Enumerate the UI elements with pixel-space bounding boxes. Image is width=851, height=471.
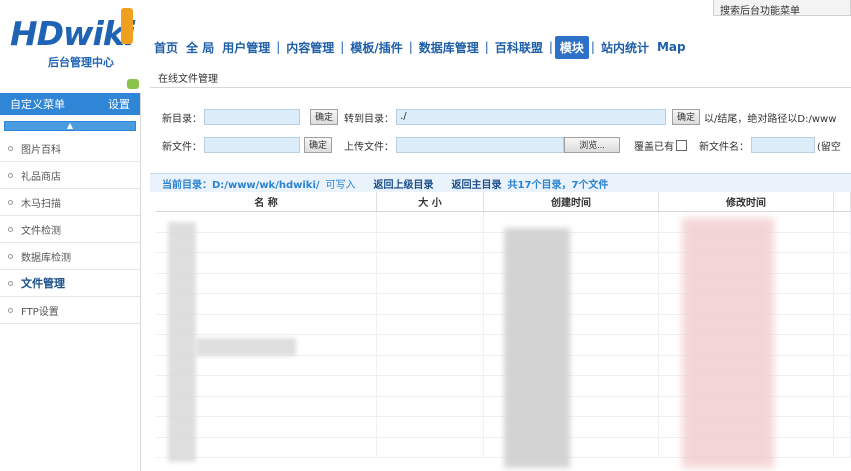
nav-separator: | bbox=[276, 40, 281, 54]
nav-map[interactable]: Map bbox=[653, 40, 690, 54]
sidebar-item-label: 文件管理 bbox=[21, 277, 65, 290]
overwrite-label: 覆盖已有 bbox=[634, 141, 675, 153]
redacted-modified-column bbox=[682, 218, 774, 468]
new-dir-label: 新目录： bbox=[162, 113, 202, 125]
bullet-icon bbox=[8, 226, 13, 232]
file-form-row: 新文件： 确定 上传文件： 浏览... 覆盖已有 新文件名： (留空 bbox=[150, 132, 851, 158]
sidebar-settings-link[interactable]: 设置 bbox=[108, 96, 130, 112]
logo-mark-icon bbox=[121, 8, 133, 44]
writable-status: 可写入 bbox=[325, 179, 356, 191]
nav-content[interactable]: 内容管理 bbox=[282, 39, 338, 56]
sidebar-item-trojan-scan[interactable]: 木马扫描 bbox=[0, 189, 140, 216]
bullet-icon bbox=[8, 145, 13, 151]
nav-home[interactable]: 首页 bbox=[150, 39, 182, 56]
goto-dir-input[interactable]: ./ bbox=[396, 109, 667, 125]
sidebar-item-ftp-settings[interactable]: FTP设置 bbox=[0, 297, 140, 324]
sidebar-item-file-manager[interactable]: 文件管理 bbox=[0, 270, 140, 297]
sidebar-item-label: FTP设置 bbox=[21, 306, 59, 318]
sidebar-title: 自定义菜单 bbox=[10, 98, 65, 111]
sidebar-header: 自定义菜单 设置 bbox=[0, 93, 140, 115]
nav-users[interactable]: 用户管理 bbox=[218, 39, 274, 56]
nav-separator: | bbox=[548, 40, 553, 54]
bullet-icon bbox=[8, 199, 13, 205]
overwrite-checkbox[interactable] bbox=[676, 139, 688, 151]
sidebar-item-db-check[interactable]: 数据库检测 bbox=[0, 243, 140, 270]
col-created-header[interactable]: 创建时间 bbox=[484, 192, 659, 211]
goto-hint: 以/结尾，绝对路径以D:/www bbox=[704, 113, 837, 125]
new-file-input[interactable] bbox=[204, 137, 300, 153]
nav-separator: | bbox=[484, 40, 489, 54]
nav-union[interactable]: 百科联盟 bbox=[491, 39, 547, 56]
goto-dir-confirm-button[interactable]: 确定 bbox=[672, 109, 701, 125]
col-name-header[interactable]: 名 称 bbox=[156, 192, 377, 211]
logo-subtitle: 后台管理中心 bbox=[48, 56, 114, 69]
nav-stats[interactable]: 站内统计 bbox=[597, 39, 653, 56]
upload-file-input[interactable] bbox=[396, 137, 565, 153]
nav-separator: | bbox=[590, 40, 595, 54]
sidebar-item-label: 礼品商店 bbox=[21, 171, 61, 183]
new-file-confirm-button[interactable]: 确定 bbox=[304, 137, 333, 153]
top-header: HDwiki 后台管理中心 搜索后台功能菜单 首页 全 局 用户管理 | 内容管… bbox=[0, 0, 851, 69]
col-modified-header[interactable]: 修改时间 bbox=[659, 192, 834, 211]
go-up-link[interactable]: 返回上级目录 bbox=[374, 176, 434, 191]
sidebar-item-label: 图片百科 bbox=[21, 144, 61, 156]
col-size-header[interactable]: 大 小 bbox=[377, 192, 484, 211]
goto-dir-label: 转到目录： bbox=[344, 113, 395, 125]
new-dir-confirm-button[interactable]: 确定 bbox=[310, 109, 339, 125]
dir-summary: 共17个目录，7个文件 bbox=[507, 179, 609, 191]
new-filename-hint: (留空 bbox=[817, 141, 841, 153]
upload-label: 上传文件： bbox=[344, 141, 395, 153]
nav-database[interactable]: 数据库管理 bbox=[415, 39, 483, 56]
redacted-created-column bbox=[504, 228, 570, 468]
sidebar-item-gift-shop[interactable]: 礼品商店 bbox=[0, 162, 140, 189]
chat-icon[interactable] bbox=[127, 79, 139, 89]
sidebar-item-label: 数据库检测 bbox=[21, 252, 71, 264]
table-body bbox=[156, 212, 851, 471]
nav-global[interactable]: 全 局 bbox=[182, 39, 218, 56]
bullet-icon bbox=[8, 280, 13, 286]
nav-separator: | bbox=[340, 40, 345, 54]
main-nav: 首页 全 局 用户管理 | 内容管理 | 模板/插件 | 数据库管理 | 百科联… bbox=[150, 35, 690, 59]
browse-button[interactable]: 浏览... bbox=[564, 137, 621, 153]
file-table: 名 称 大 小 创建时间 修改时间 bbox=[156, 192, 851, 471]
current-directory-bar: 当前目录：D:/www/wk/hdwiki/ 可写入 返回上级目录 返回主目录 … bbox=[150, 173, 851, 192]
new-file-label: 新文件： bbox=[162, 141, 202, 153]
col-extra-header bbox=[834, 192, 851, 211]
main-content: 在线文件管理 新目录： 确定 转到目录： ./ 确定 以/结尾，绝对路径以D:/… bbox=[150, 66, 851, 471]
table-header: 名 称 大 小 创建时间 修改时间 bbox=[156, 192, 851, 212]
collapse-icon[interactable]: ▲ bbox=[4, 121, 136, 131]
new-filename-label: 新文件名： bbox=[699, 141, 750, 153]
bullet-icon bbox=[8, 253, 13, 259]
new-dir-input[interactable] bbox=[204, 109, 300, 125]
function-search-input[interactable]: 搜索后台功能菜单 bbox=[713, 0, 851, 17]
sidebar-item-label: 文件检测 bbox=[21, 225, 61, 237]
bullet-icon bbox=[8, 307, 13, 313]
current-dir-path: 当前目录：D:/www/wk/hdwiki/ bbox=[162, 179, 320, 191]
sidebar-item-file-check[interactable]: 文件检测 bbox=[0, 216, 140, 243]
new-filename-input[interactable] bbox=[751, 137, 816, 153]
sidebar-item-label: 木马扫描 bbox=[21, 198, 61, 210]
breadcrumb: 在线文件管理 bbox=[150, 66, 851, 88]
go-home-link[interactable]: 返回主目录 bbox=[452, 176, 502, 191]
redacted-name-block bbox=[196, 338, 296, 356]
nav-templates[interactable]: 模板/插件 bbox=[346, 39, 406, 56]
logo[interactable]: HDwiki bbox=[10, 14, 135, 53]
bullet-icon bbox=[8, 172, 13, 178]
directory-form-row: 新目录： 确定 转到目录： ./ 确定 以/结尾，绝对路径以D:/www bbox=[150, 104, 851, 130]
sidebar: 自定义菜单 设置 ▲ 图片百科 礼品商店 木马扫描 文件检测 数据库检测 文件管… bbox=[0, 93, 141, 471]
redacted-name-column bbox=[168, 222, 196, 462]
sidebar-item-image-wiki[interactable]: 图片百科 bbox=[0, 135, 140, 162]
nav-modules[interactable]: 模块 bbox=[554, 35, 589, 59]
nav-separator: | bbox=[408, 40, 413, 54]
